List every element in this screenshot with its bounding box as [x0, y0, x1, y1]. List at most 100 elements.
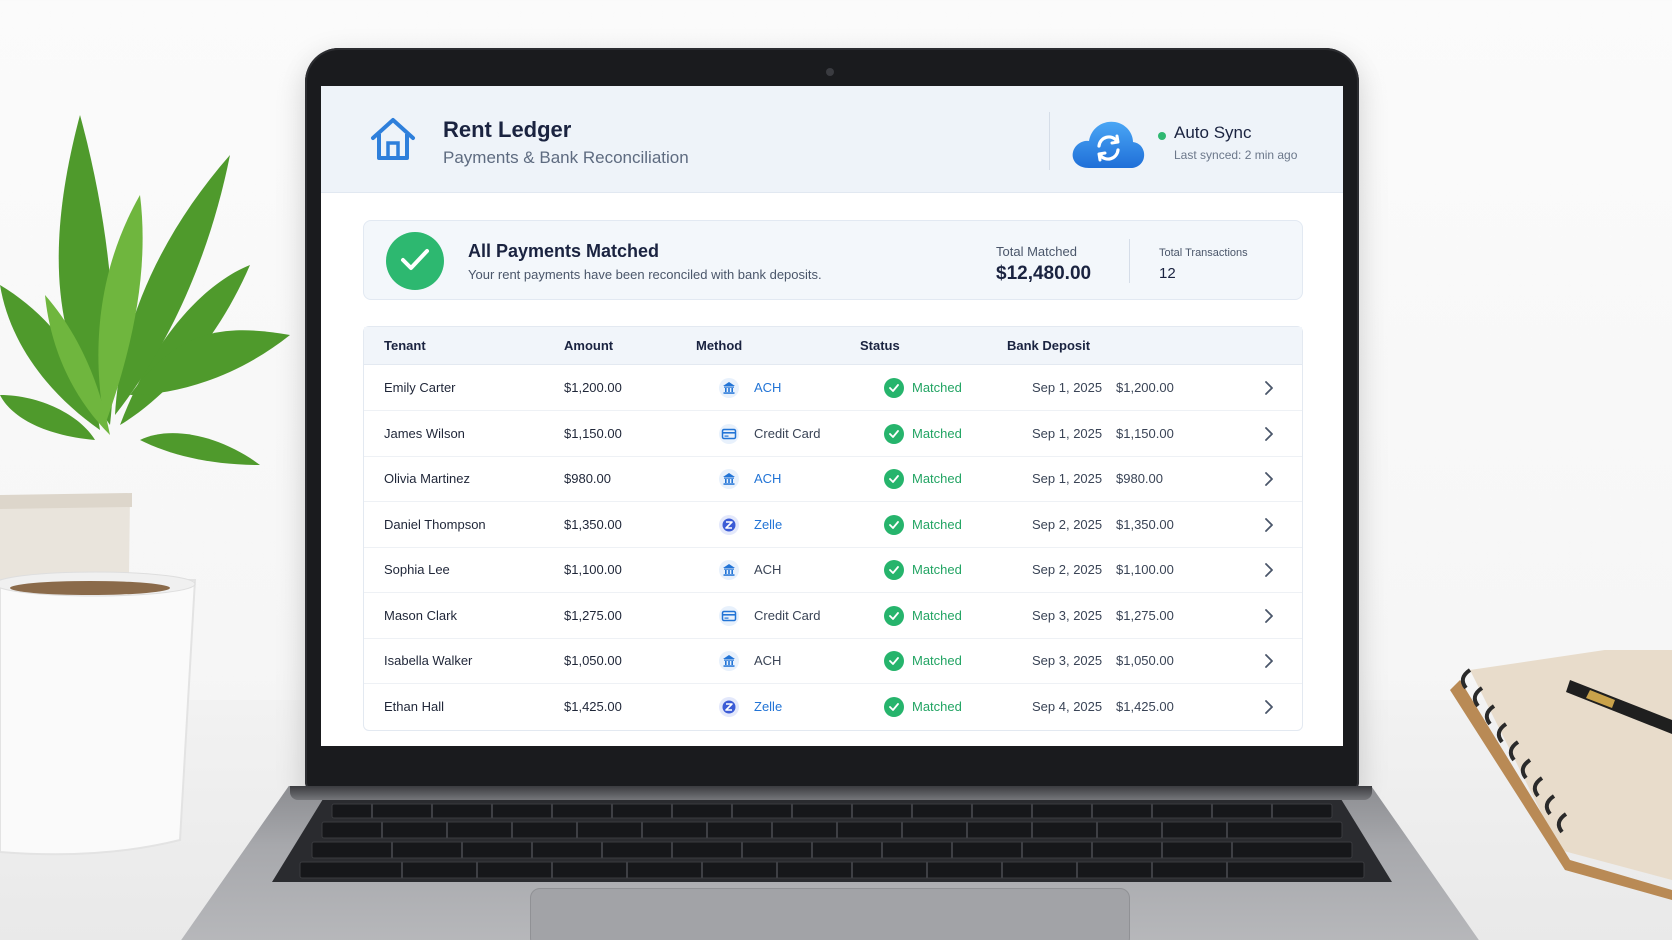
sync-status-dot — [1158, 132, 1166, 140]
summary-divider — [1129, 239, 1130, 283]
column-header-bank-deposit[interactable]: Bank Deposit — [1007, 338, 1090, 353]
table-header: Tenant Amount Method Status Bank Deposit — [364, 327, 1302, 365]
table-row[interactable]: James Wilson $1,150.00 Credit Card Matched S… — [364, 412, 1302, 457]
deposit-date: Sep 1, 2025 — [1032, 380, 1103, 395]
column-header-method[interactable]: Method — [696, 338, 742, 353]
matched-check-icon — [884, 423, 904, 444]
payment-amount: $1,050.00 — [564, 653, 622, 668]
status-badge: Matched — [912, 607, 962, 623]
deposit-amount: $1,350.00 — [1116, 516, 1174, 532]
deposit-date: Sep 3, 2025 — [1032, 653, 1103, 668]
home-icon — [371, 118, 415, 160]
deposit-date: Sep 4, 2025 — [1032, 698, 1103, 714]
reconciliation-summary-card: All Payments Matched Your rent payments … — [363, 220, 1303, 300]
deposit-amount: $1,100.00 — [1116, 562, 1174, 577]
spiral-notebook — [1450, 650, 1672, 900]
matched-check-icon — [884, 560, 904, 580]
matched-check-icon — [884, 514, 904, 535]
summary-title: All Payments Matched — [468, 241, 660, 261]
status-badge: Matched — [912, 380, 962, 395]
chevron-right-icon[interactable] — [1264, 562, 1274, 578]
column-header-tenant[interactable]: Tenant — [384, 338, 426, 353]
payments-table: Tenant Amount Method Status Bank Deposit… — [363, 326, 1303, 731]
matched-check-icon — [884, 696, 904, 717]
chevron-right-icon[interactable] — [1264, 471, 1274, 487]
deposit-date: Sep 3, 2025 — [1032, 607, 1103, 623]
keyboard — [272, 800, 1392, 882]
status-badge: Matched — [912, 471, 962, 486]
last-synced-text: Last synced: 2 min ago — [1174, 148, 1298, 162]
total-transactions-label: Total Transactions — [1159, 247, 1248, 259]
column-header-amount[interactable]: Amount — [564, 338, 613, 353]
summary-subtitle: Your rent payments have been reconciled … — [468, 267, 822, 282]
status-badge: Matched — [912, 425, 962, 441]
bank-icon — [719, 560, 739, 580]
table-row[interactable]: Isabella Walker $1,050.00 ACH Matched Sep 3,… — [364, 639, 1302, 684]
deposit-amount: $1,150.00 — [1116, 425, 1174, 441]
total-matched-label: Total Matched — [996, 244, 1077, 259]
deposit-amount: $1,200.00 — [1116, 380, 1174, 395]
tenant-name: Sophia Lee — [384, 562, 450, 577]
page-title: Rent Ledger — [443, 117, 572, 142]
deposit-date: Sep 2, 2025 — [1032, 516, 1103, 532]
total-transactions-value: 12 — [1159, 265, 1176, 282]
app-screen: Rent Ledger Payments & Bank Reconciliati… — [321, 86, 1343, 746]
laptop-hinge — [290, 786, 1372, 800]
column-header-status[interactable]: Status — [860, 338, 900, 353]
table-row[interactable]: Olivia Martinez $980.00 ACH Matched Sep 1, 2… — [364, 457, 1302, 502]
table-row[interactable]: Daniel Thompson $1,350.00 Zelle Matched Sep … — [364, 503, 1302, 548]
chevron-right-icon[interactable] — [1264, 517, 1274, 533]
matched-check-icon — [884, 605, 904, 626]
coffee-mug — [0, 571, 197, 856]
cloud-sync-icon[interactable] — [1071, 116, 1145, 170]
table-row[interactable]: Emily Carter $1,200.00 ACH Matched Sep 1, 20… — [364, 366, 1302, 411]
credit-card-icon — [719, 423, 739, 444]
tenant-name: Olivia Martinez — [384, 471, 470, 486]
table-row[interactable]: Mason Clark $1,275.00 Credit Card Matched Se… — [364, 594, 1302, 639]
payment-method: ACH — [754, 653, 782, 668]
deposit-amount: $1,275.00 — [1116, 607, 1174, 623]
deposit-amount: $1,425.00 — [1116, 698, 1174, 714]
payment-amount: $1,100.00 — [564, 562, 622, 577]
payment-method: ACH — [754, 380, 782, 395]
deposit-date: Sep 1, 2025 — [1032, 425, 1103, 441]
tenant-name: Mason Clark — [384, 607, 457, 623]
status-badge: Matched — [912, 562, 962, 577]
tenant-name: Ethan Hall — [384, 698, 444, 714]
matched-check-icon — [884, 651, 904, 671]
status-badge: Matched — [912, 516, 962, 532]
payment-method: Credit Card — [754, 425, 821, 441]
app-header: Rent Ledger Payments & Bank Reconciliati… — [321, 86, 1343, 193]
deposit-date: Sep 1, 2025 — [1032, 471, 1103, 486]
deposit-date: Sep 2, 2025 — [1032, 562, 1103, 577]
payment-amount: $1,275.00 — [564, 607, 622, 623]
payment-method: Credit Card — [754, 607, 821, 623]
deposit-amount: $980.00 — [1116, 471, 1163, 486]
page-subtitle: Payments & Bank Reconciliation — [443, 148, 689, 167]
webcam — [826, 68, 834, 76]
tenant-name: James Wilson — [384, 425, 465, 441]
chevron-right-icon[interactable] — [1264, 608, 1274, 624]
chevron-right-icon[interactable] — [1264, 380, 1274, 396]
payment-method: ACH — [754, 562, 782, 577]
table-row[interactable]: Sophia Lee $1,100.00 ACH Matched Sep 2, 2025… — [364, 548, 1302, 593]
payment-method: Zelle — [754, 516, 783, 532]
payment-amount: $980.00 — [564, 471, 611, 486]
matched-check-icon — [884, 378, 904, 398]
check-circle-icon — [386, 232, 444, 290]
credit-card-icon — [719, 605, 739, 626]
tenant-name: Isabella Walker — [384, 653, 473, 668]
payment-method: ACH — [754, 471, 782, 486]
table-row[interactable]: Ethan Hall $1,425.00 Zelle Matched Sep 4, 20… — [364, 685, 1302, 730]
total-matched-value: $12,480.00 — [996, 263, 1092, 284]
chevron-right-icon[interactable] — [1264, 426, 1274, 442]
payment-amount: $1,350.00 — [564, 516, 622, 532]
auto-sync-label[interactable]: Auto Sync — [1174, 123, 1252, 143]
status-badge: Matched — [912, 653, 962, 668]
chevron-right-icon[interactable] — [1264, 653, 1274, 669]
zelle-icon — [719, 696, 739, 717]
chevron-right-icon[interactable] — [1264, 699, 1274, 715]
header-divider — [1049, 112, 1050, 170]
bank-icon — [719, 469, 739, 489]
trackpad — [530, 888, 1130, 940]
